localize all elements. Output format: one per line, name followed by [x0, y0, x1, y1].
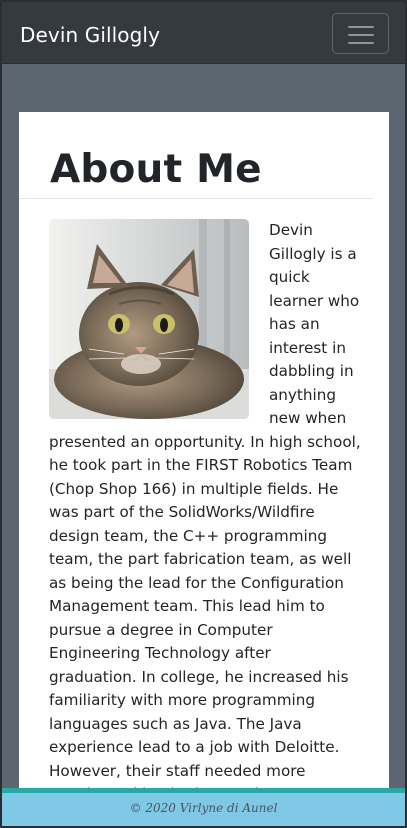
page-title: About Me — [50, 147, 262, 192]
navbar: Devin Gillogly — [0, 0, 407, 64]
hamburger-menu-icon[interactable] — [332, 13, 389, 54]
title-divider — [19, 198, 373, 199]
copyright-text: © 2020 Virlyne di Aunel — [129, 801, 278, 815]
about-card: About Me Devin Gillogly is a quick learn… — [19, 112, 389, 792]
footer: © 2020 Virlyne di Aunel — [2, 788, 405, 826]
navbar-brand[interactable]: Devin Gillogly — [20, 21, 160, 49]
bio-text: Devin Gillogly is a quick learner who ha… — [49, 219, 361, 792]
